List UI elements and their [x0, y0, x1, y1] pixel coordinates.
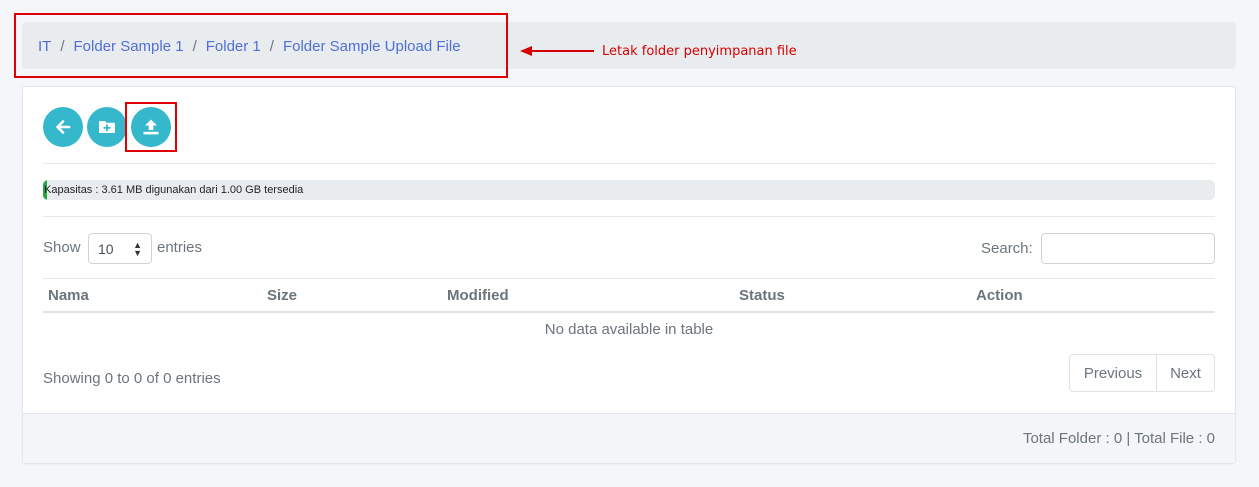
column-header-status[interactable]: Status [739, 287, 785, 304]
divider [43, 163, 1215, 164]
storage-label: Kapasitas : 3.61 MB digunakan dari 1.00 … [44, 184, 304, 196]
pagination: Previous Next [1069, 354, 1215, 392]
table-header: Nama Size Modified Status Action [43, 278, 1215, 313]
upload-highlight-box [125, 102, 177, 152]
arrow-left-icon [56, 120, 71, 134]
show-label: Show [43, 239, 81, 256]
table-info: Showing 0 to 0 of 0 entries [43, 370, 221, 387]
column-header-size[interactable]: Size [267, 287, 297, 304]
previous-page-button[interactable]: Previous [1070, 355, 1157, 391]
breadcrumb-highlight-box [14, 13, 508, 78]
annotation-text: Letak folder penyimpanan file [602, 44, 797, 59]
search-label: Search: [981, 240, 1033, 257]
storage-progress-bar: Kapasitas : 3.61 MB digunakan dari 1.00 … [43, 180, 1215, 200]
entries-label: entries [157, 239, 203, 256]
select-caret-icon: ▲ ▼ [133, 240, 142, 258]
annotation-arrow-line [530, 50, 594, 52]
next-page-button[interactable]: Next [1157, 355, 1214, 391]
new-folder-button[interactable] [87, 107, 127, 147]
divider [43, 216, 1215, 217]
total-summary: Total Folder : 0 | Total File : 0 [1022, 430, 1215, 447]
column-header-nama[interactable]: Nama [48, 287, 89, 304]
back-button[interactable] [43, 107, 83, 147]
card-footer: Total Folder : 0 | Total File : 0 [23, 413, 1235, 463]
column-header-action[interactable]: Action [976, 287, 1023, 304]
entries-per-page-value: 10 [98, 241, 114, 257]
table-row: No data available in table [43, 313, 1215, 345]
empty-table-message: No data available in table [544, 321, 714, 338]
folder-plus-icon [99, 121, 115, 133]
file-manager-card: Total Folder : 0 | Total File : 0 [22, 86, 1236, 464]
entries-per-page-select[interactable]: 10 ▲ ▼ [88, 233, 152, 264]
column-header-modified[interactable]: Modified [447, 287, 509, 304]
search-input[interactable] [1041, 233, 1215, 264]
